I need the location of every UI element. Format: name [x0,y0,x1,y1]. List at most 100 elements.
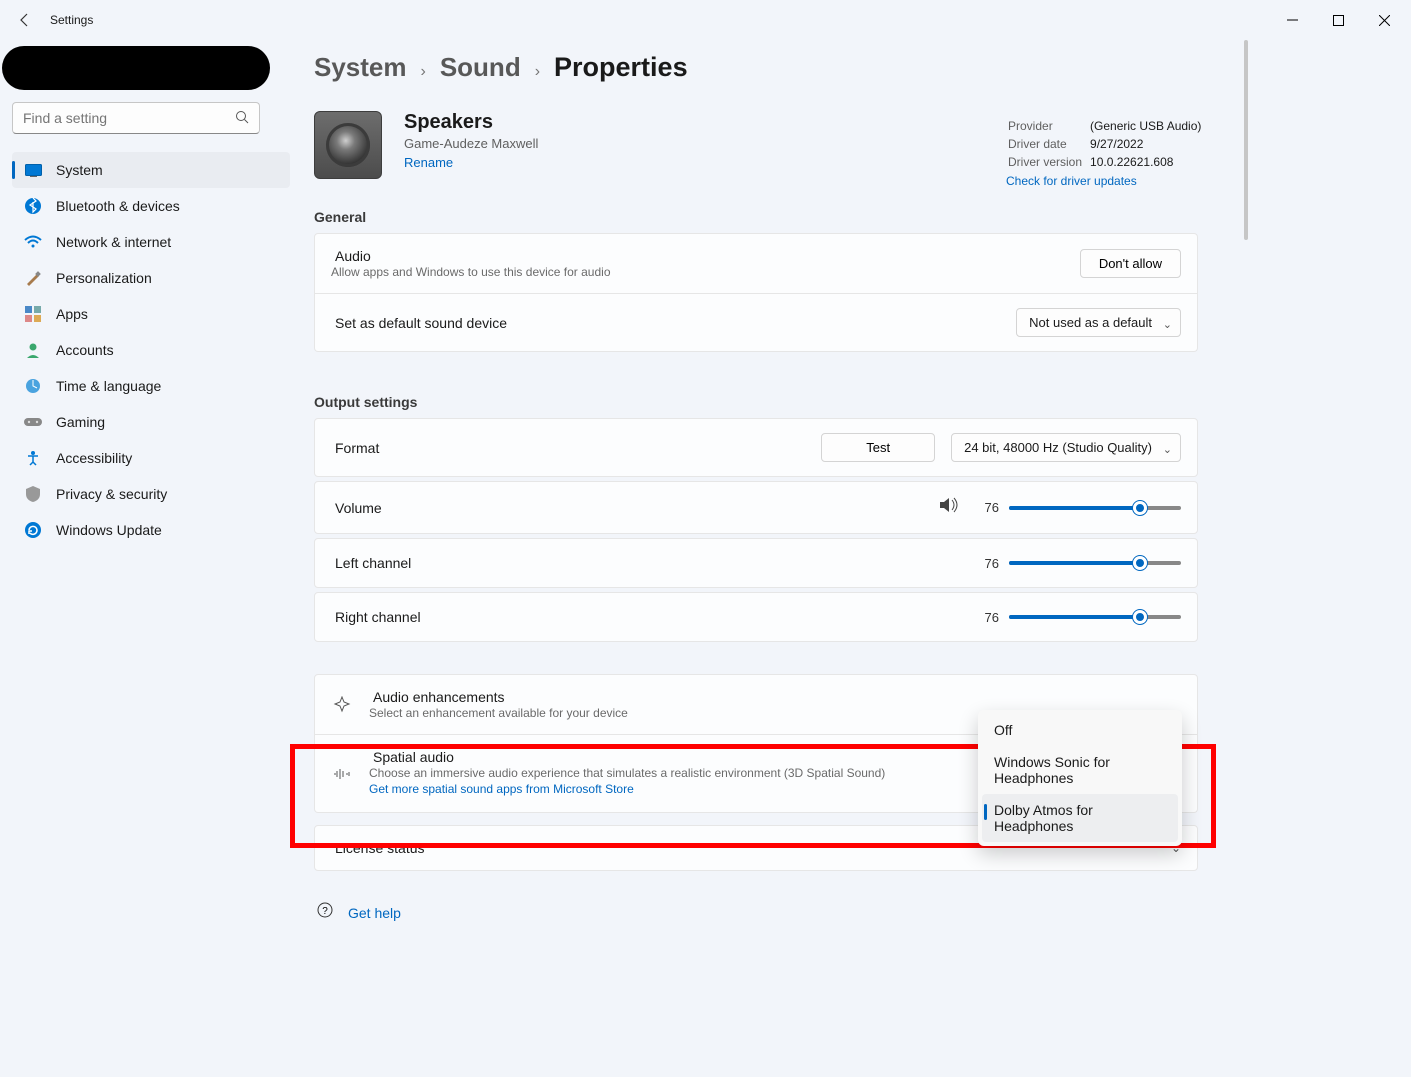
search-input[interactable] [23,110,235,126]
select-value: Not used as a default [1029,315,1152,330]
nav-item-personalization[interactable]: Personalization [12,260,290,296]
left-title: Left channel [335,555,959,571]
person-icon [24,341,42,359]
scrollbar[interactable] [1244,40,1248,240]
nav-item-gaming[interactable]: Gaming [12,404,290,440]
default-device-select[interactable]: Not used as a default ⌄ [1016,308,1181,337]
test-button[interactable]: Test [821,433,935,462]
enhance-title: Audio enhancements [373,689,1181,705]
left-channel-card: Left channel 76 [314,538,1198,588]
section-general: General [314,209,1379,225]
svg-text:?: ? [322,906,328,917]
rename-link[interactable]: Rename [404,155,453,170]
nav-list: System Bluetooth & devices Network & int… [10,152,290,548]
nav-item-accessibility[interactable]: Accessibility [12,440,290,476]
format-card: Format Test 24 bit, 48000 Hz (Studio Qua… [314,418,1198,477]
format-select[interactable]: 24 bit, 48000 Hz (Studio Quality) ⌄ [951,433,1181,462]
format-title: Format [335,440,805,456]
provider-value: (Generic USB Audio) [1090,118,1207,134]
back-button[interactable] [4,0,46,40]
driver-version-value: 10.0.22621.608 [1090,154,1207,170]
maximize-button[interactable] [1315,0,1361,40]
bluetooth-icon [24,197,42,215]
nav-label: Personalization [56,270,152,286]
provider-label: Provider [1008,118,1088,134]
volume-card: Volume 76 [314,481,1198,534]
nav-item-bluetooth[interactable]: Bluetooth & devices [12,188,290,224]
user-account-pill[interactable] [2,46,270,90]
left-slider[interactable] [1009,553,1181,573]
shield-icon [24,485,42,503]
speaker-device-icon [314,111,382,179]
right-slider[interactable] [1009,607,1181,627]
spatial-store-link[interactable]: Get more spatial sound apps from Microso… [369,782,634,796]
search-box[interactable] [12,102,260,134]
nav-item-apps[interactable]: Apps [12,296,290,332]
get-help-row[interactable]: ? Get help [314,901,1379,924]
nav-label: Time & language [56,378,161,394]
nav-item-network[interactable]: Network & internet [12,224,290,260]
volume-slider[interactable] [1009,498,1181,518]
nav-item-system[interactable]: System [12,152,290,188]
help-icon: ? [316,901,334,924]
driver-version-label: Driver version [1008,154,1088,170]
driver-date-value: 9/27/2022 [1090,136,1207,152]
nav-label: Gaming [56,414,105,430]
left-value: 76 [975,556,999,571]
default-device-card: Set as default sound device Not used as … [314,294,1198,352]
nav-item-accounts[interactable]: Accounts [12,332,290,368]
maximize-icon [1333,15,1344,26]
minimize-icon [1287,15,1298,26]
nav-label: System [56,162,103,178]
nav-label: Network & internet [56,234,171,250]
breadcrumb: System › Sound › Properties [314,52,1379,83]
window-controls [1269,0,1407,40]
spatial-option-dolby[interactable]: Dolby Atmos for Headphones [982,794,1178,842]
search-icon [235,110,249,127]
volume-title: Volume [335,500,923,516]
chevron-down-icon: ⌄ [1163,318,1172,331]
breadcrumb-sound[interactable]: Sound [440,52,521,83]
nav-label: Apps [56,306,88,322]
spatial-option-sonic[interactable]: Windows Sonic for Headphones [982,746,1178,794]
get-help-link[interactable]: Get help [348,905,401,921]
audio-title: Audio [335,248,1064,264]
audio-allow-card: Audio Allow apps and Windows to use this… [314,233,1198,294]
breadcrumb-system[interactable]: System [314,52,407,83]
default-title: Set as default sound device [335,315,1000,331]
spatial-option-off[interactable]: Off [982,714,1178,746]
nav-label: Bluetooth & devices [56,198,180,214]
nav-item-privacy[interactable]: Privacy & security [12,476,290,512]
minimize-button[interactable] [1269,0,1315,40]
accessibility-icon [24,449,42,467]
nav-label: Privacy & security [56,486,167,502]
chevron-right-icon: › [421,63,426,81]
nav-label: Windows Update [56,522,162,538]
arrow-left-icon [17,12,33,28]
nav-item-update[interactable]: Windows Update [12,512,290,548]
wifi-icon [24,233,42,251]
gamepad-icon [24,413,42,431]
nav-item-time[interactable]: Time & language [12,368,290,404]
title-bar: Settings [0,0,1411,40]
sparkle-icon [331,696,353,714]
apps-icon [24,305,42,323]
volume-icon[interactable] [939,496,959,519]
dont-allow-button[interactable]: Don't allow [1080,249,1181,278]
select-value: 24 bit, 48000 Hz (Studio Quality) [964,440,1152,455]
device-subtitle: Game-Audeze Maxwell [404,136,538,151]
right-value: 76 [975,610,999,625]
right-channel-card: Right channel 76 [314,592,1198,642]
chevron-right-icon: › [535,63,540,81]
section-output: Output settings [314,394,1379,410]
close-button[interactable] [1361,0,1407,40]
breadcrumb-current: Properties [554,52,688,83]
check-updates-link[interactable]: Check for driver updates [1006,174,1137,188]
update-icon [24,521,42,539]
main-content: System › Sound › Properties Speakers Gam… [314,44,1399,1077]
volume-value: 76 [975,500,999,515]
right-title: Right channel [335,609,959,625]
driver-date-label: Driver date [1008,136,1088,152]
device-name: Speakers [404,111,538,134]
nav-label: Accounts [56,342,114,358]
